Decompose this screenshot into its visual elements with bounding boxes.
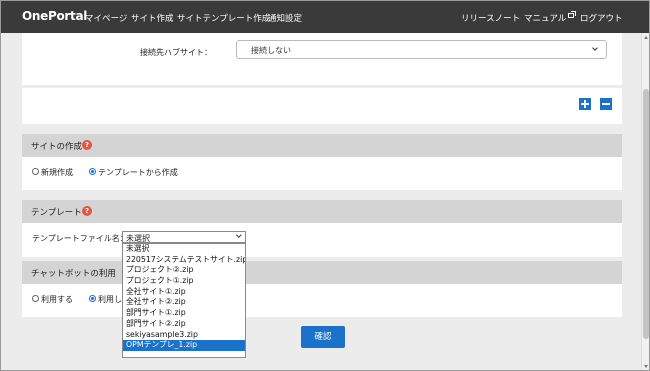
radio-new-create[interactable] xyxy=(32,168,39,175)
scroll-down-icon[interactable] xyxy=(644,365,648,368)
nav-manual[interactable]: マニュアル xyxy=(524,11,577,24)
hub-site-label: 接続先ハブサイト： xyxy=(140,48,212,57)
add-button[interactable] xyxy=(579,98,591,110)
site-creation-body: 新規作成 テンプレートから作成 xyxy=(22,157,622,190)
site-creation-title: サイトの作成 xyxy=(31,142,83,152)
dropdown-option[interactable]: 全社サイト①.zip xyxy=(123,287,245,298)
nav-logout[interactable]: ログアウト xyxy=(580,12,623,24)
template-file-select[interactable]: 未選択 xyxy=(122,231,246,243)
nav-release-notes[interactable]: リリースノート xyxy=(461,12,520,24)
help-icon[interactable]: ? xyxy=(82,140,92,150)
nav-mypage[interactable]: マイページ xyxy=(85,12,127,24)
chatbot-title: チャットボットの利用 xyxy=(31,269,116,279)
hub-site-select-value: 接続しない xyxy=(251,46,291,55)
vertical-scrollbar[interactable] xyxy=(641,33,649,370)
help-icon[interactable]: ? xyxy=(82,206,92,216)
app-window: OnePortal マイページ サイト作成 サイトテンプレート作成 通知設定 リ… xyxy=(0,0,650,371)
radio-from-template[interactable] xyxy=(89,168,96,175)
dropdown-option[interactable]: 未選択 xyxy=(123,244,245,255)
radio-chatbot-use-label: 利用する xyxy=(41,295,73,304)
template-file-dropdown-list: 未選択 220517システムテストサイト.zip プロジェクト②.zip プロジ… xyxy=(122,243,246,358)
external-link-icon xyxy=(568,11,577,18)
template-file-label: テンプレートファイル名： xyxy=(32,234,128,243)
radio-from-template-label: テンプレートから作成 xyxy=(98,168,178,177)
remove-button[interactable] xyxy=(600,98,612,110)
chatbot-body: 利用する 利用し xyxy=(22,284,622,317)
template-header: テンプレート ? xyxy=(22,200,622,223)
nav-notification-settings[interactable]: 通知設定 xyxy=(268,12,302,24)
nav-site-template-create[interactable]: サイトテンプレート作成 xyxy=(177,12,270,24)
dropdown-option[interactable]: プロジェクト①.zip xyxy=(123,276,245,287)
dropdown-option-highlighted[interactable]: OPMテンプレ_1.zip xyxy=(123,340,245,351)
radio-chatbot-not-use[interactable] xyxy=(89,295,96,302)
dropdown-option[interactable]: 部門サイト①.zip xyxy=(123,308,245,319)
scroll-up-icon[interactable] xyxy=(644,36,648,39)
chevron-down-icon xyxy=(235,232,241,238)
chevron-down-icon xyxy=(592,45,598,51)
dropdown-option[interactable]: 220517システムテストサイト.zip xyxy=(123,255,245,266)
radio-new-create-label: 新規作成 xyxy=(41,168,73,177)
dropdown-option[interactable]: sekiyasample3.zip xyxy=(123,330,245,341)
hub-site-panel: 接続先ハブサイト： 接続しない xyxy=(22,33,622,85)
dropdown-option[interactable]: 部門サイト②.zip xyxy=(123,319,245,330)
dropdown-option[interactable]: プロジェクト②.zip xyxy=(123,265,245,276)
add-remove-panel xyxy=(22,88,622,124)
template-body: テンプレートファイル名： 未選択 xyxy=(22,223,622,257)
radio-chatbot-not-use-label: 利用し xyxy=(98,295,122,304)
nav-site-create[interactable]: サイト作成 xyxy=(131,12,174,24)
brand-logo[interactable]: OnePortal xyxy=(22,9,87,23)
template-title: テンプレート xyxy=(31,208,82,218)
dropdown-option[interactable]: 全社サイト②.zip xyxy=(123,297,245,308)
radio-chatbot-use[interactable] xyxy=(32,295,39,302)
scrollbar-thumb[interactable] xyxy=(643,89,649,339)
confirm-button[interactable]: 確認 xyxy=(301,326,345,348)
nav-manual-label: マニュアル xyxy=(524,14,567,24)
top-navigation-bar: OnePortal マイページ サイト作成 サイトテンプレート作成 通知設定 リ… xyxy=(1,1,649,33)
site-creation-header: サイトの作成 ? xyxy=(22,134,622,157)
chatbot-header: チャットボットの利用 ? xyxy=(22,261,622,284)
hub-site-select[interactable]: 接続しない xyxy=(236,40,607,59)
